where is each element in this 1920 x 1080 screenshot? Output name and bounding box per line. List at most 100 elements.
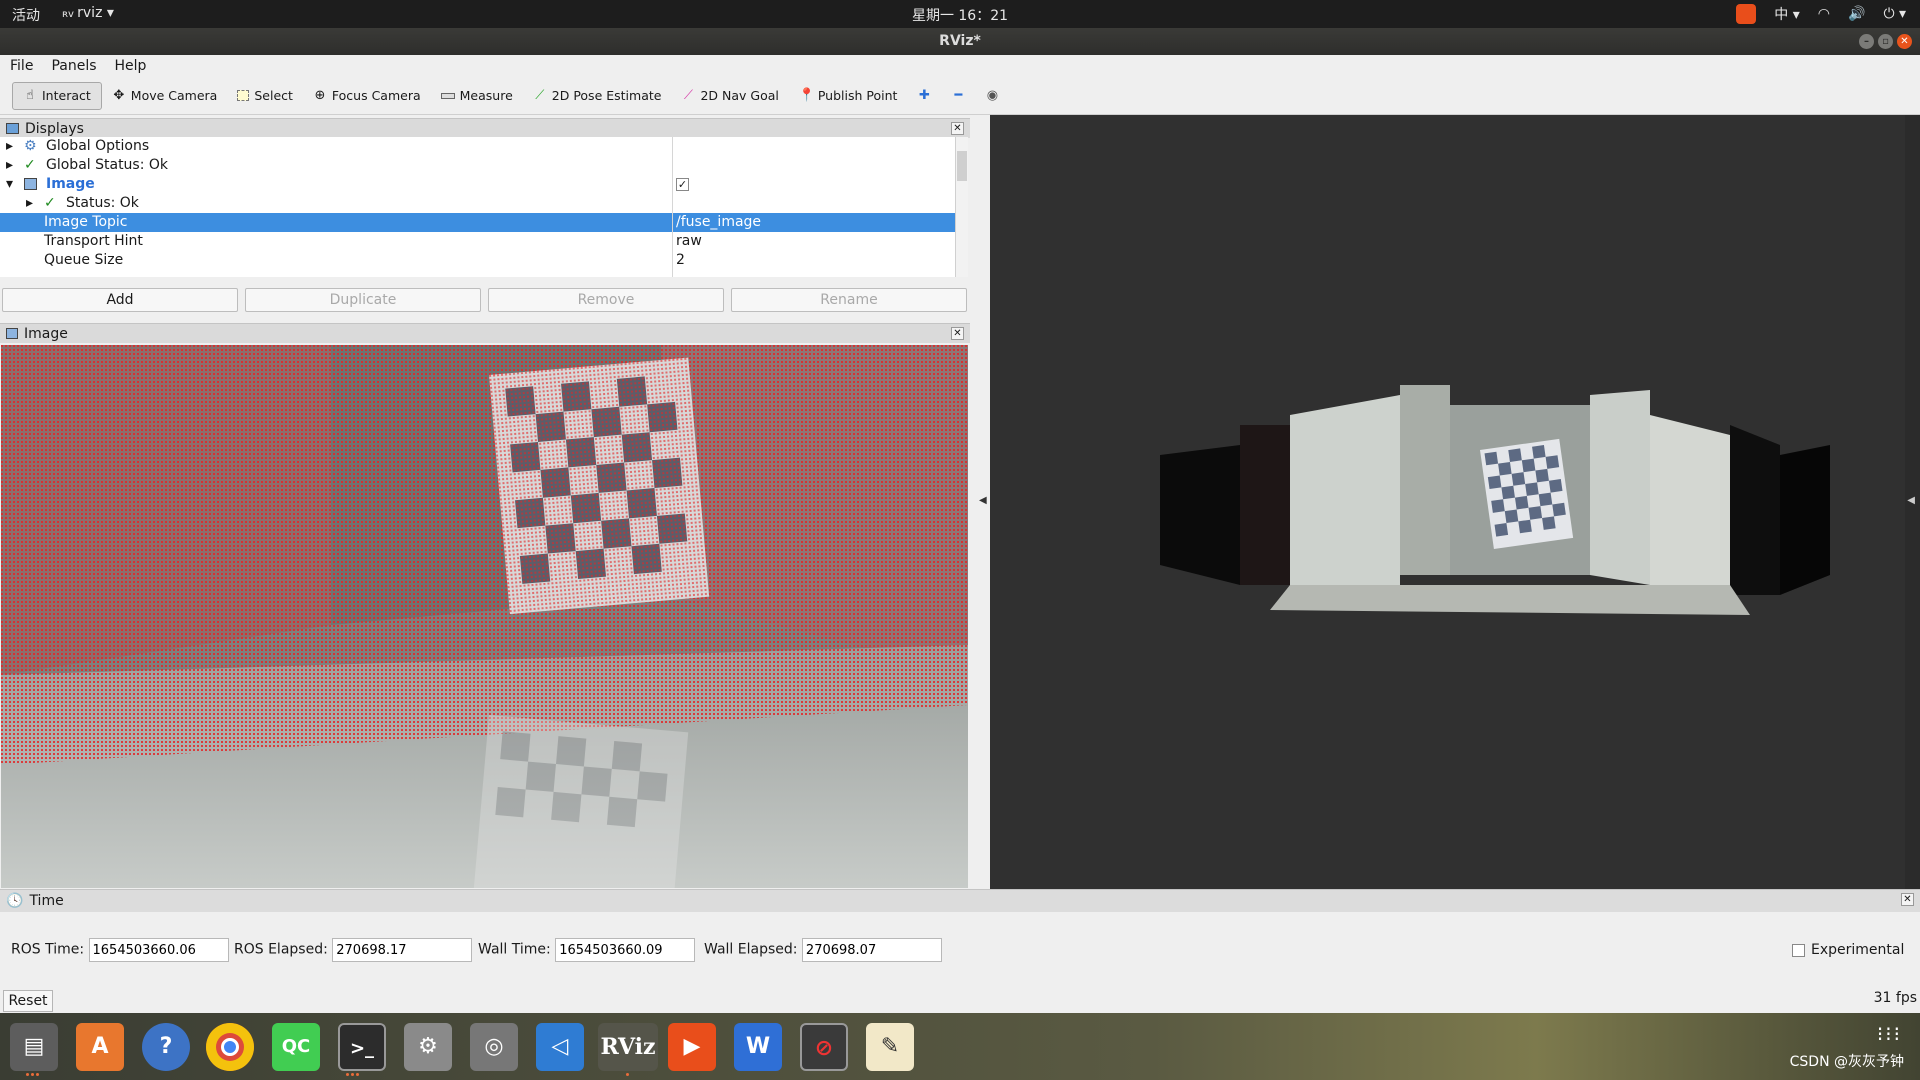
scrollbar-thumb[interactable] — [957, 151, 967, 181]
check-icon: ✓ — [24, 157, 36, 173]
collapse-left-icon[interactable]: ◀ — [979, 495, 987, 506]
tray-app-icon[interactable] — [1736, 4, 1757, 24]
add-tool-button[interactable]: ✚ — [907, 82, 941, 110]
left-dock: Displays ✕ ▸ ⚙ Global Options ▸ ✓ Global Sta… — [0, 115, 978, 889]
running-indicator — [26, 1073, 40, 1076]
wall-elapsed-input[interactable] — [801, 938, 942, 962]
tool-focus-camera[interactable]: ⊕ Focus Camera — [303, 82, 431, 110]
tool-2d-nav-goal[interactable]: ⟋ 2D Nav Goal — [671, 82, 788, 110]
image-panel-icon — [6, 328, 18, 339]
wps-presentation-icon[interactable]: ▶ — [668, 1023, 716, 1071]
show-apps-icon[interactable]: ⁝⁝⁝ — [1877, 1024, 1902, 1044]
tool-2d-pose-estimate[interactable]: ⟋ 2D Pose Estimate — [523, 82, 672, 110]
fps-counter: 31 fps — [1873, 990, 1917, 1006]
duplicate-button[interactable]: Duplicate — [245, 288, 481, 312]
column-divider[interactable] — [672, 137, 673, 277]
displays-panel-header: Displays ✕ — [0, 118, 970, 138]
power-icon[interactable]: ⏻ ▾ — [1883, 6, 1906, 22]
expand-arrow-icon[interactable]: ▸ — [6, 137, 13, 156]
remove-tool-button[interactable]: ━ — [941, 82, 975, 110]
time-panel-title: Time — [29, 893, 64, 909]
window-titlebar: RViz* – ▫ ✕ — [0, 28, 1920, 55]
wall-time-input[interactable] — [555, 938, 696, 962]
clock[interactable]: 星期一 16：21 — [0, 5, 1920, 25]
tool-bar: ☝ Interact ✥ Move Camera Select ⊕ Focus Cam… — [0, 77, 1920, 115]
tool-interact[interactable]: ☝ Interact — [12, 81, 102, 110]
tree-row-status[interactable]: ▸ ✓ Status: Ok — [0, 194, 955, 213]
3d-render-view[interactable]: ◀ — [990, 115, 1915, 889]
camera-icon[interactable]: ◎ — [470, 1023, 518, 1071]
files-icon[interactable]: ▤ — [10, 1023, 58, 1071]
chrome-icon[interactable] — [206, 1023, 254, 1071]
maximize-icon[interactable]: ▫ — [1878, 34, 1893, 49]
menu-help[interactable]: Help — [115, 58, 147, 74]
close-panel-icon[interactable]: ✕ — [951, 327, 964, 340]
minus-icon: ━ — [954, 87, 963, 103]
text-editor-icon[interactable]: ✎ — [866, 1023, 914, 1071]
hand-icon: ☝ — [26, 87, 34, 103]
rviz-icon[interactable]: RViz — [598, 1023, 658, 1071]
tool-move-camera[interactable]: ✥ Move Camera — [102, 82, 228, 110]
select-icon — [237, 90, 250, 101]
vscode-icon[interactable]: ◁ — [536, 1023, 584, 1071]
volume-icon[interactable]: 🔊 — [1848, 6, 1865, 22]
ros-elapsed-input[interactable] — [332, 938, 473, 962]
terminal-icon[interactable]: >_ — [338, 1023, 386, 1071]
image-topic-value[interactable]: /fuse_image — [676, 213, 761, 232]
tree-row-global-options[interactable]: ▸ ⚙ Global Options — [0, 137, 955, 156]
wps-writer-icon[interactable]: W — [734, 1023, 782, 1071]
tree-row-queue-size[interactable]: Queue Size 2 — [0, 251, 955, 270]
experimental-option[interactable]: Experimental — [1792, 942, 1904, 958]
tree-row-image-topic[interactable]: Image Topic/fuse_image — [0, 213, 955, 232]
expand-arrow-icon[interactable]: ▸ — [26, 194, 33, 213]
fused-camera-image — [1, 345, 968, 888]
queue-size-value[interactable]: 2 — [676, 251, 685, 270]
tool-properties-button[interactable]: ◉ — [975, 82, 1009, 110]
arrow-pink-icon: ⟋ — [683, 87, 693, 103]
rename-button[interactable]: Rename — [731, 288, 967, 312]
csdn-watermark: CSDN @灰灰予钟 — [1789, 1054, 1904, 1070]
ros-time-input[interactable] — [88, 938, 229, 962]
image-enabled-checkbox[interactable]: ✓ — [676, 178, 689, 191]
experimental-checkbox[interactable] — [1792, 943, 1805, 957]
collapse-right-icon[interactable]: ◀ — [1907, 495, 1915, 506]
ruler-icon — [440, 92, 455, 99]
time-panel-header: 🕓 Time ✕ — [0, 890, 1920, 912]
tool-publish-point[interactable]: 📍 Publish Point — [789, 82, 908, 110]
ros-time-field: ROS Time: — [11, 938, 229, 962]
focus-icon: ⊕ — [314, 87, 326, 103]
close-icon[interactable]: ✕ — [1897, 34, 1912, 49]
close-panel-icon[interactable]: ✕ — [951, 122, 964, 135]
collapse-arrow-icon[interactable]: ▾ — [6, 175, 13, 194]
close-panel-icon[interactable]: ✕ — [1901, 893, 1914, 906]
wall-elapsed-field: Wall Elapsed: — [704, 938, 942, 962]
tool-select[interactable]: Select — [227, 82, 303, 110]
expand-arrow-icon[interactable]: ▸ — [6, 156, 13, 175]
tree-row-transport-hint[interactable]: Transport Hint raw — [0, 232, 955, 251]
displays-title: Displays — [25, 120, 84, 137]
transport-hint-value[interactable]: raw — [676, 232, 702, 251]
input-method-indicator[interactable]: 中 ▾ — [1774, 4, 1799, 24]
qtcreator-icon[interactable]: QC — [272, 1023, 320, 1071]
wifi-icon[interactable]: ◠ — [1818, 6, 1830, 22]
displays-tree: ▸ ⚙ Global Options ▸ ✓ Global Status: Ok ▾ Im… — [0, 137, 955, 277]
settings-tools-icon[interactable]: ⚙ — [404, 1023, 452, 1071]
menu-file[interactable]: File — [10, 58, 33, 74]
reset-button[interactable]: Reset — [3, 990, 53, 1012]
add-button[interactable]: Add — [2, 288, 238, 312]
tool-measure[interactable]: Measure — [431, 82, 523, 110]
arrow-green-icon: ⟋ — [535, 87, 545, 103]
displays-scrollbar[interactable] — [955, 137, 968, 277]
tree-row-image[interactable]: ▾ Image ✓ — [0, 175, 955, 194]
camera-image-view[interactable] — [1, 345, 968, 888]
remove-button[interactable]: Remove — [488, 288, 724, 312]
software-center-icon[interactable]: A — [76, 1023, 124, 1071]
running-indicator — [346, 1073, 360, 1076]
tree-row-global-status[interactable]: ▸ ✓ Global Status: Ok — [0, 156, 955, 175]
splitter[interactable]: ◀ — [978, 115, 990, 889]
menu-panels[interactable]: Panels — [51, 58, 96, 74]
image-panel-header: Image ✕ — [0, 323, 970, 343]
help-icon[interactable]: ? — [142, 1023, 190, 1071]
recorder-icon[interactable]: ⊘ — [800, 1023, 848, 1071]
minimize-icon[interactable]: – — [1859, 34, 1874, 49]
